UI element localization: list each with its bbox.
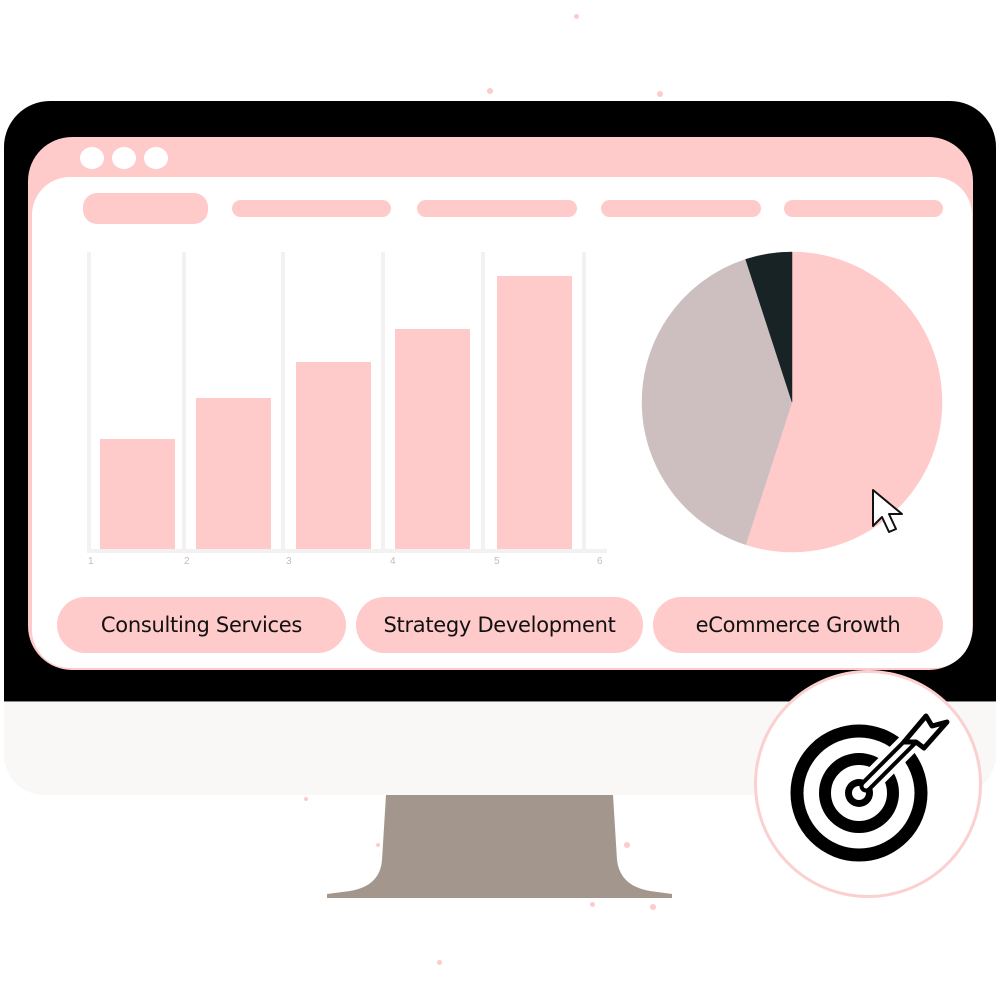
target-arrow-icon (790, 707, 950, 862)
button-label: eCommerce Growth (695, 613, 901, 637)
strategy-development-button[interactable]: Strategy Development (356, 597, 643, 653)
ecommerce-growth-button[interactable]: eCommerce Growth (653, 597, 943, 653)
consulting-services-button[interactable]: Consulting Services (57, 597, 346, 653)
button-label: Consulting Services (100, 613, 303, 637)
button-label: Strategy Development (383, 613, 616, 637)
mouse-pointer-icon (872, 489, 903, 533)
